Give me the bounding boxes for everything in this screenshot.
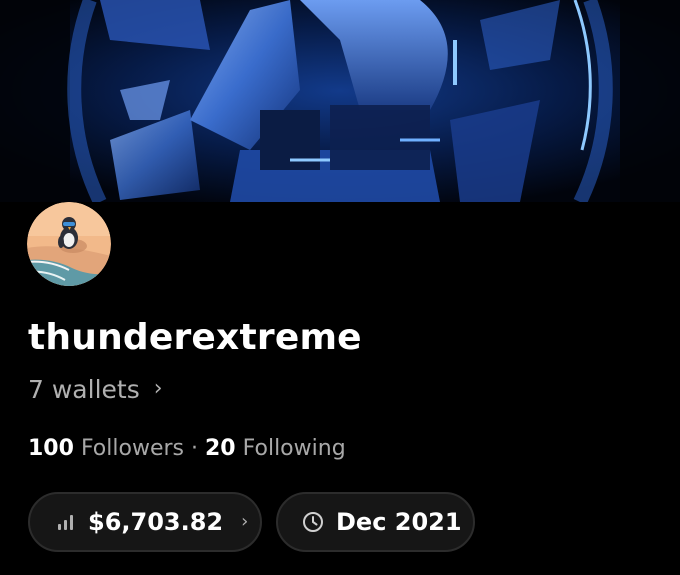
- profile-banner: [0, 0, 680, 202]
- penguin-avatar-icon: [27, 202, 111, 286]
- followers-count: 100: [28, 436, 74, 461]
- wallets-link[interactable]: 7 wallets ›: [28, 370, 163, 410]
- chevron-right-icon: ›: [241, 511, 249, 532]
- following-label: Following: [242, 436, 346, 461]
- follow-separator: ·: [191, 436, 198, 461]
- balance-value: $6,703.82: [88, 508, 224, 536]
- followers-label: Followers: [80, 436, 184, 461]
- username: thunderextreme: [28, 317, 362, 358]
- bar-chart-icon: [58, 515, 73, 530]
- wallets-label: 7 wallets: [28, 375, 140, 404]
- balance-button[interactable]: $6,703.82 ›: [28, 492, 262, 552]
- followers-link[interactable]: 100 Followers: [28, 432, 184, 466]
- joined-date-button[interactable]: Dec 2021: [276, 492, 475, 552]
- banner-artwork: [0, 0, 680, 202]
- joined-date: Dec 2021: [336, 508, 462, 536]
- chevron-right-icon: ›: [153, 376, 163, 401]
- avatar[interactable]: [27, 202, 111, 286]
- following-count: 20: [205, 436, 236, 461]
- follow-stats: 100 Followers · 20 Following: [28, 432, 346, 466]
- following-link[interactable]: 20 Following: [205, 432, 346, 466]
- clock-icon: [303, 512, 323, 532]
